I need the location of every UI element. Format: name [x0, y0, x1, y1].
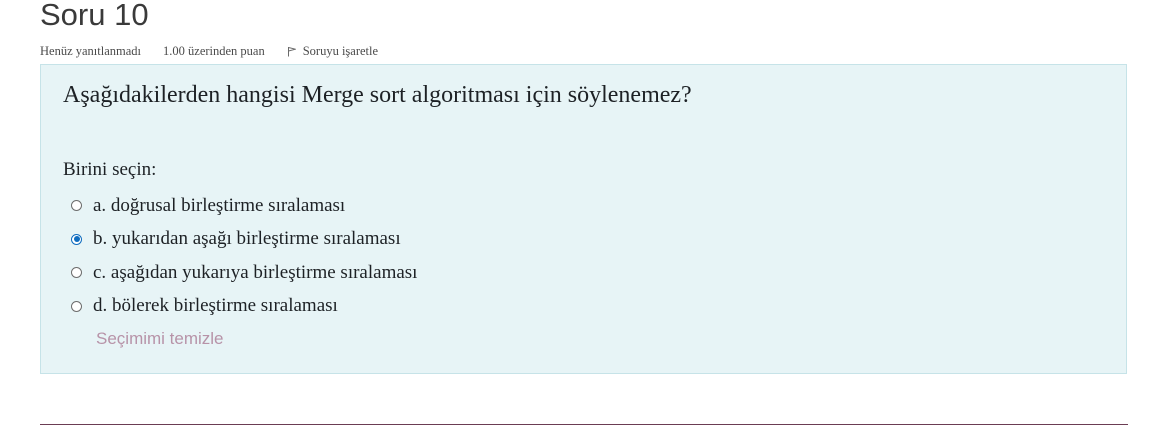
- answer-option-a[interactable]: a. doğrusal birleştirme sıralaması: [71, 189, 417, 223]
- answer-label-d: d. bölerek birleştirme sıralaması: [93, 295, 338, 317]
- answer-option-c[interactable]: c. aşağıdan yukarıya birleştirme sıralam…: [71, 256, 417, 290]
- question-info: Henüz yanıtlanmadı 1.00 üzerinden puan S…: [40, 42, 378, 60]
- question-marks: 1.00 üzerinden puan: [163, 43, 265, 58]
- choose-one-label: Birini seçin:: [63, 159, 157, 180]
- flag-icon: [287, 46, 296, 56]
- answer-radio-c[interactable]: [71, 267, 82, 279]
- flag-question-link[interactable]: Soruyu işaretle: [287, 44, 378, 59]
- answer-list: a. doğrusal birleştirme sıralaması b. yu…: [71, 189, 417, 323]
- answer-radio-d[interactable]: [71, 300, 82, 312]
- answer-option-d[interactable]: d. bölerek birleştirme sıralaması: [71, 290, 417, 324]
- clear-choice-link[interactable]: Seçimimi temizle: [96, 329, 224, 349]
- answer-label-c: c. aşağıdan yukarıya birleştirme sıralam…: [93, 261, 418, 283]
- question-content: Aşağıdakilerden hangisi Merge sort algor…: [40, 64, 1127, 374]
- question-title: Soru 10: [40, 0, 149, 32]
- question-text: Aşağıdakilerden hangisi Merge sort algor…: [63, 82, 692, 108]
- divider: [40, 424, 1128, 425]
- answer-label-b: b. yukarıdan aşağı birleştirme sıralamas…: [93, 228, 401, 250]
- question-status: Henüz yanıtlanmadı: [40, 43, 142, 58]
- flag-question-label: Soruyu işaretle: [302, 43, 379, 58]
- answer-radio-a[interactable]: [71, 200, 82, 212]
- answer-label-a: a. doğrusal birleştirme sıralaması: [93, 194, 346, 216]
- answer-option-b[interactable]: b. yukarıdan aşağı birleştirme sıralamas…: [71, 223, 417, 257]
- answer-radio-b[interactable]: [71, 233, 82, 245]
